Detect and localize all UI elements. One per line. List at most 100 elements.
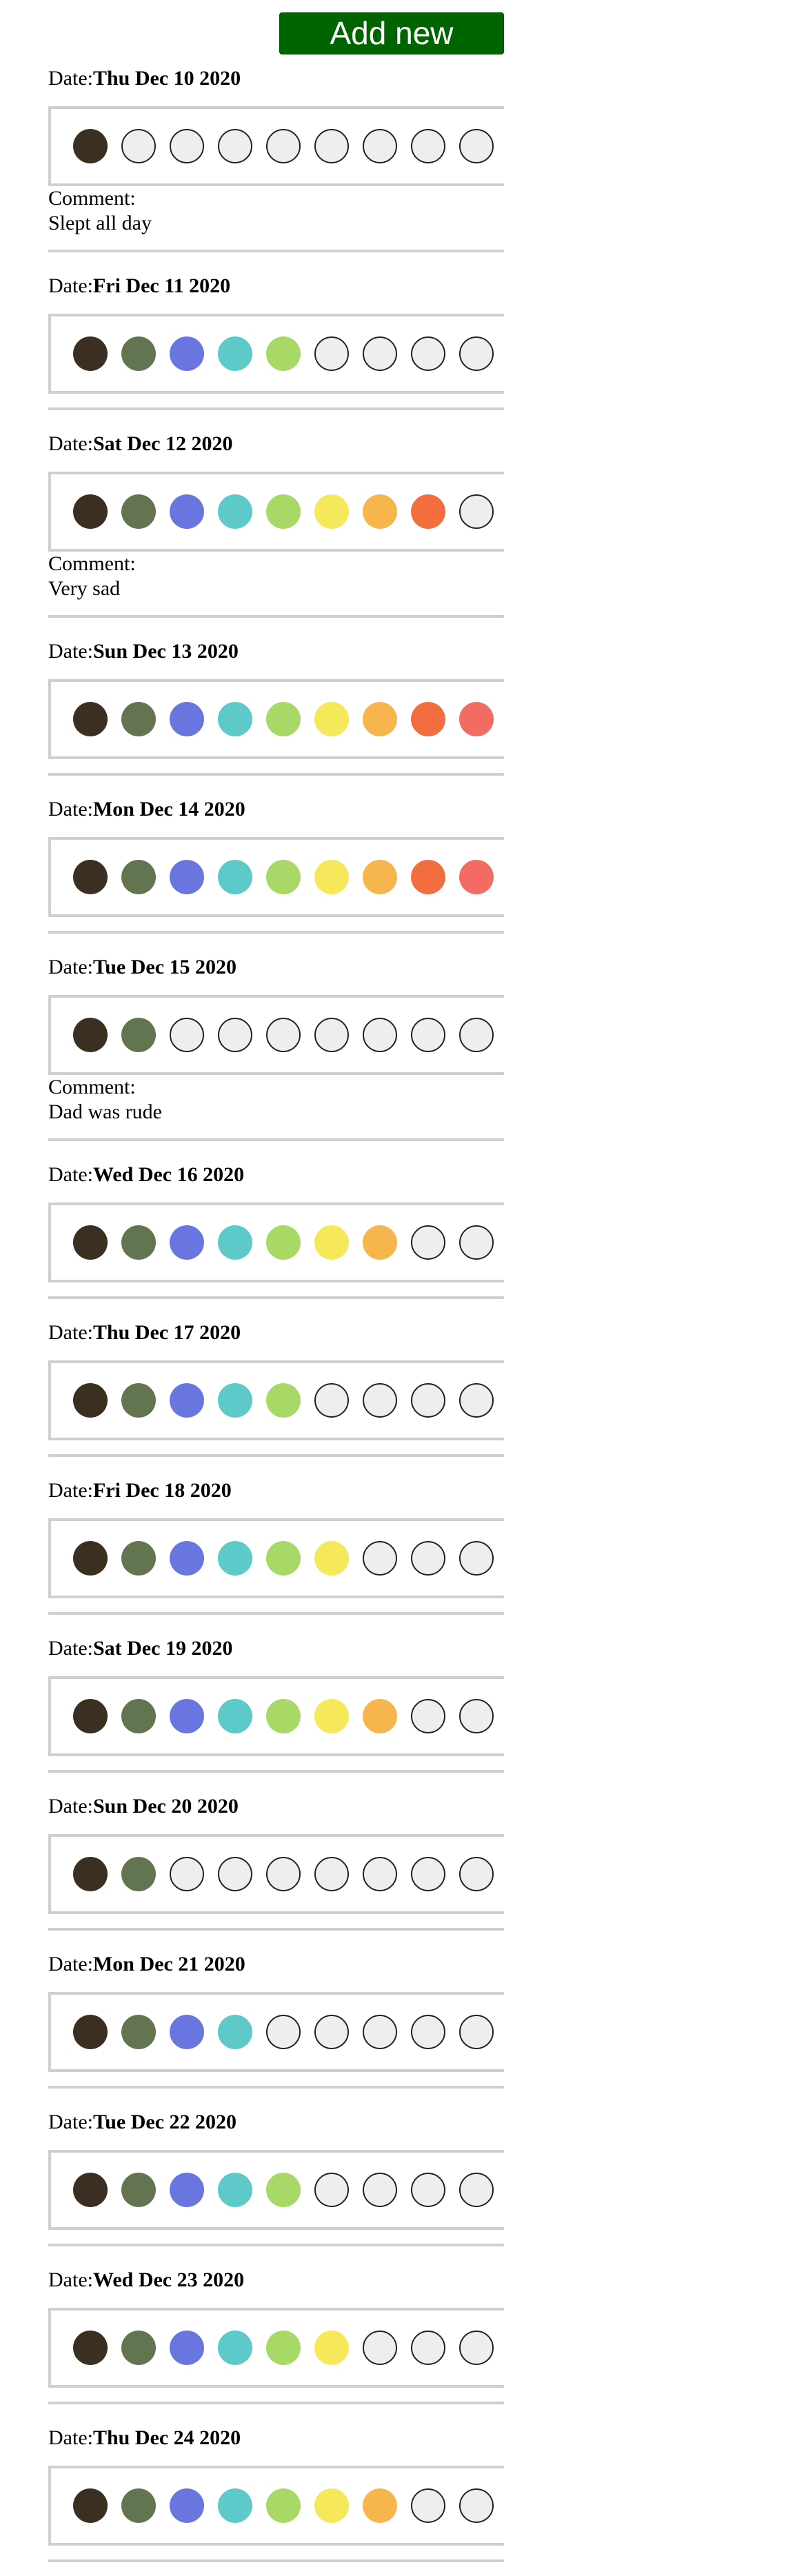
mood-dot-filled[interactable] bbox=[218, 1225, 252, 1260]
mood-dot-filled[interactable] bbox=[170, 1225, 204, 1260]
mood-dot-empty[interactable] bbox=[411, 1018, 445, 1052]
mood-dot-filled[interactable] bbox=[314, 860, 349, 894]
mood-dot-filled[interactable] bbox=[266, 1699, 301, 1733]
mood-dot-filled[interactable] bbox=[459, 702, 494, 736]
mood-dot-empty[interactable] bbox=[411, 129, 445, 163]
add-new-button[interactable]: Add new bbox=[279, 12, 504, 54]
mood-dot-filled[interactable] bbox=[121, 336, 156, 371]
mood-dot-filled[interactable] bbox=[363, 2488, 397, 2523]
mood-dot-empty[interactable] bbox=[314, 1857, 349, 1891]
mood-dot-filled[interactable] bbox=[73, 1383, 108, 1418]
mood-dot-filled[interactable] bbox=[121, 1857, 156, 1891]
mood-dot-filled[interactable] bbox=[170, 860, 204, 894]
mood-dot-empty[interactable] bbox=[459, 1857, 494, 1891]
mood-dot-filled[interactable] bbox=[170, 336, 204, 371]
mood-dot-filled[interactable] bbox=[73, 1225, 108, 1260]
mood-dot-filled[interactable] bbox=[266, 336, 301, 371]
mood-dot-filled[interactable] bbox=[170, 2331, 204, 2365]
mood-dot-empty[interactable] bbox=[314, 129, 349, 163]
mood-dot-empty[interactable] bbox=[459, 2331, 494, 2365]
mood-dot-filled[interactable] bbox=[218, 1699, 252, 1733]
mood-dot-filled[interactable] bbox=[121, 860, 156, 894]
mood-dot-empty[interactable] bbox=[411, 2015, 445, 2049]
mood-dot-empty[interactable] bbox=[363, 1857, 397, 1891]
mood-dot-empty[interactable] bbox=[459, 1699, 494, 1733]
mood-dot-filled[interactable] bbox=[73, 2173, 108, 2207]
mood-dot-filled[interactable] bbox=[266, 1225, 301, 1260]
mood-dot-filled[interactable] bbox=[363, 1225, 397, 1260]
mood-dot-filled[interactable] bbox=[121, 494, 156, 529]
mood-dot-empty[interactable] bbox=[411, 336, 445, 371]
mood-dot-empty[interactable] bbox=[411, 1225, 445, 1260]
mood-dot-filled[interactable] bbox=[266, 702, 301, 736]
mood-dot-filled[interactable] bbox=[170, 2015, 204, 2049]
mood-dot-filled[interactable] bbox=[121, 2331, 156, 2365]
mood-dot-filled[interactable] bbox=[121, 1225, 156, 1260]
mood-dot-filled[interactable] bbox=[363, 1699, 397, 1733]
mood-dot-empty[interactable] bbox=[459, 1541, 494, 1576]
mood-dot-filled[interactable] bbox=[121, 1699, 156, 1733]
mood-dot-filled[interactable] bbox=[218, 1541, 252, 1576]
mood-dot-empty[interactable] bbox=[170, 1018, 204, 1052]
mood-dot-filled[interactable] bbox=[266, 860, 301, 894]
mood-dot-filled[interactable] bbox=[170, 1383, 204, 1418]
mood-dot-filled[interactable] bbox=[121, 2173, 156, 2207]
mood-dot-empty[interactable] bbox=[363, 2331, 397, 2365]
mood-dot-empty[interactable] bbox=[314, 336, 349, 371]
mood-dot-filled[interactable] bbox=[170, 702, 204, 736]
mood-dot-empty[interactable] bbox=[363, 1018, 397, 1052]
mood-dot-filled[interactable] bbox=[314, 1225, 349, 1260]
mood-dot-filled[interactable] bbox=[363, 860, 397, 894]
mood-dot-empty[interactable] bbox=[121, 129, 156, 163]
mood-dot-filled[interactable] bbox=[314, 1699, 349, 1733]
mood-dot-filled[interactable] bbox=[266, 2173, 301, 2207]
mood-dot-filled[interactable] bbox=[73, 1857, 108, 1891]
mood-dot-filled[interactable] bbox=[73, 129, 108, 163]
mood-dot-filled[interactable] bbox=[266, 1541, 301, 1576]
mood-dot-filled[interactable] bbox=[73, 2015, 108, 2049]
mood-dot-filled[interactable] bbox=[266, 1383, 301, 1418]
mood-dot-filled[interactable] bbox=[411, 860, 445, 894]
mood-dot-empty[interactable] bbox=[411, 2173, 445, 2207]
mood-dot-filled[interactable] bbox=[170, 494, 204, 529]
mood-dot-empty[interactable] bbox=[459, 494, 494, 529]
mood-dot-filled[interactable] bbox=[73, 2331, 108, 2365]
mood-dot-filled[interactable] bbox=[314, 2488, 349, 2523]
mood-dot-filled[interactable] bbox=[73, 494, 108, 529]
mood-dot-filled[interactable] bbox=[73, 1018, 108, 1052]
mood-dot-filled[interactable] bbox=[459, 860, 494, 894]
mood-dot-empty[interactable] bbox=[314, 1383, 349, 1418]
mood-dot-empty[interactable] bbox=[459, 2488, 494, 2523]
mood-dot-empty[interactable] bbox=[266, 1857, 301, 1891]
mood-dot-empty[interactable] bbox=[411, 1383, 445, 1418]
mood-dot-filled[interactable] bbox=[218, 2331, 252, 2365]
mood-dot-filled[interactable] bbox=[266, 2488, 301, 2523]
mood-dot-filled[interactable] bbox=[363, 494, 397, 529]
mood-dot-filled[interactable] bbox=[73, 1541, 108, 1576]
mood-dot-filled[interactable] bbox=[218, 2173, 252, 2207]
mood-dot-empty[interactable] bbox=[314, 2173, 349, 2207]
mood-dot-filled[interactable] bbox=[121, 702, 156, 736]
mood-dot-filled[interactable] bbox=[170, 1699, 204, 1733]
mood-dot-filled[interactable] bbox=[73, 702, 108, 736]
mood-dot-empty[interactable] bbox=[411, 2488, 445, 2523]
mood-dot-empty[interactable] bbox=[218, 1857, 252, 1891]
mood-dot-empty[interactable] bbox=[266, 2015, 301, 2049]
mood-dot-empty[interactable] bbox=[363, 1383, 397, 1418]
mood-dot-empty[interactable] bbox=[314, 1018, 349, 1052]
mood-dot-filled[interactable] bbox=[218, 2488, 252, 2523]
mood-dot-filled[interactable] bbox=[121, 1541, 156, 1576]
mood-dot-empty[interactable] bbox=[459, 1018, 494, 1052]
mood-dot-filled[interactable] bbox=[266, 2331, 301, 2365]
mood-dot-empty[interactable] bbox=[459, 336, 494, 371]
mood-dot-filled[interactable] bbox=[170, 2488, 204, 2523]
mood-dot-empty[interactable] bbox=[459, 2015, 494, 2049]
mood-dot-filled[interactable] bbox=[121, 1018, 156, 1052]
mood-dot-filled[interactable] bbox=[73, 336, 108, 371]
mood-dot-empty[interactable] bbox=[363, 336, 397, 371]
mood-dot-empty[interactable] bbox=[363, 2173, 397, 2207]
mood-dot-filled[interactable] bbox=[218, 702, 252, 736]
mood-dot-empty[interactable] bbox=[363, 129, 397, 163]
mood-dot-empty[interactable] bbox=[459, 1225, 494, 1260]
mood-dot-filled[interactable] bbox=[121, 1383, 156, 1418]
